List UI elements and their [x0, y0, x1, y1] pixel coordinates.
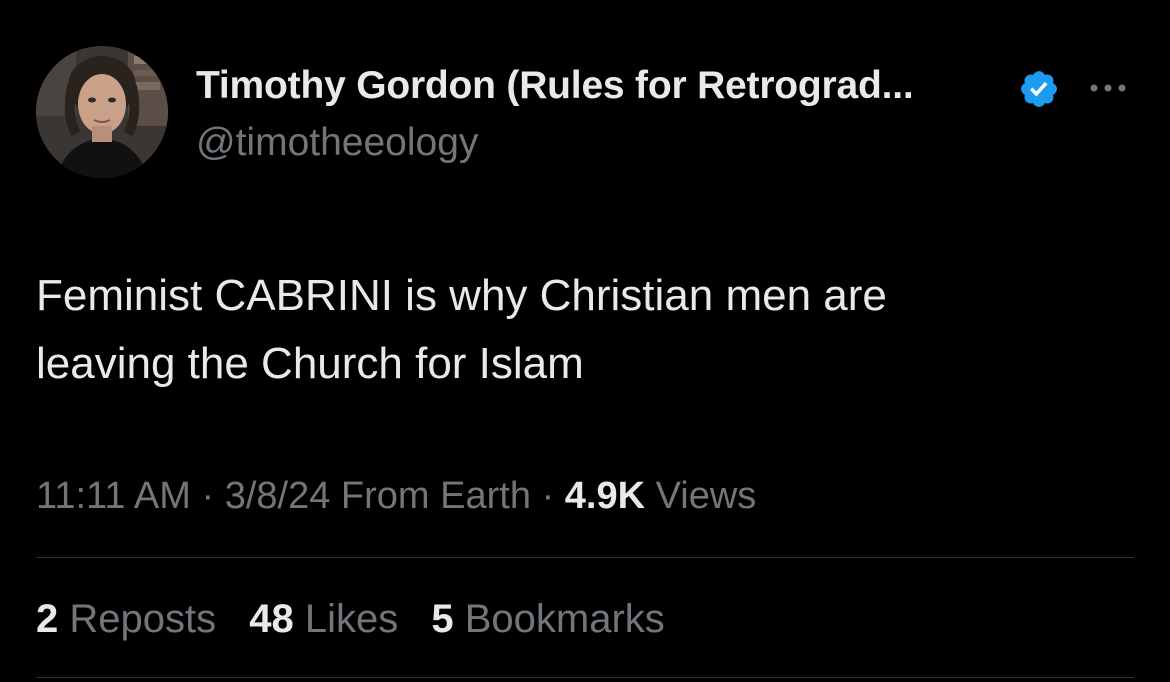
- verified-badge-icon: [1021, 71, 1057, 107]
- likes-stat[interactable]: 48 Likes: [249, 597, 398, 641]
- tweet-text-line: leaving the Church for Islam: [36, 339, 584, 388]
- reposts-label: Reposts: [58, 597, 217, 641]
- tweet-text-line: Feminist CABRINI is why Christian men ar…: [36, 271, 887, 320]
- meta-separator: ·: [530, 475, 565, 517]
- avatar-photo: [36, 46, 168, 178]
- divider: [36, 557, 1134, 558]
- avatar[interactable]: [36, 46, 168, 178]
- likes-label: Likes: [293, 597, 399, 641]
- engagement-stats: 2 Reposts 48 Likes 5 Bookmarks: [36, 597, 687, 642]
- reposts-count: 2: [36, 597, 59, 641]
- views-count: 4.9K: [564, 475, 646, 517]
- reposts-stat[interactable]: 2 Reposts: [36, 597, 216, 641]
- divider: [36, 677, 1134, 678]
- author-handle[interactable]: @timotheeology: [196, 121, 478, 165]
- author-name[interactable]: Timothy Gordon (Rules for Retrograd...: [196, 64, 914, 108]
- views-label: Views: [645, 475, 757, 517]
- bookmarks-stat[interactable]: 5 Bookmarks: [431, 597, 664, 641]
- tweet-time[interactable]: 11:11 AM: [36, 475, 191, 517]
- tweet-date[interactable]: 3/8/24: [225, 475, 331, 517]
- likes-count: 48: [249, 597, 294, 641]
- bookmarks-count: 5: [431, 597, 454, 641]
- meta-separator: ·: [190, 475, 225, 517]
- tweet-meta: 11:11 AM · 3/8/24 From Earth · 4.9K View…: [36, 475, 756, 518]
- tweet-source: From Earth: [330, 475, 531, 517]
- tweet-card: Timothy Gordon (Rules for Retrograd... @…: [0, 0, 1170, 682]
- more-horizontal-icon[interactable]: [1086, 80, 1130, 96]
- tweet-text: Feminist CABRINI is why Christian men ar…: [36, 262, 1136, 398]
- bookmarks-label: Bookmarks: [453, 597, 665, 641]
